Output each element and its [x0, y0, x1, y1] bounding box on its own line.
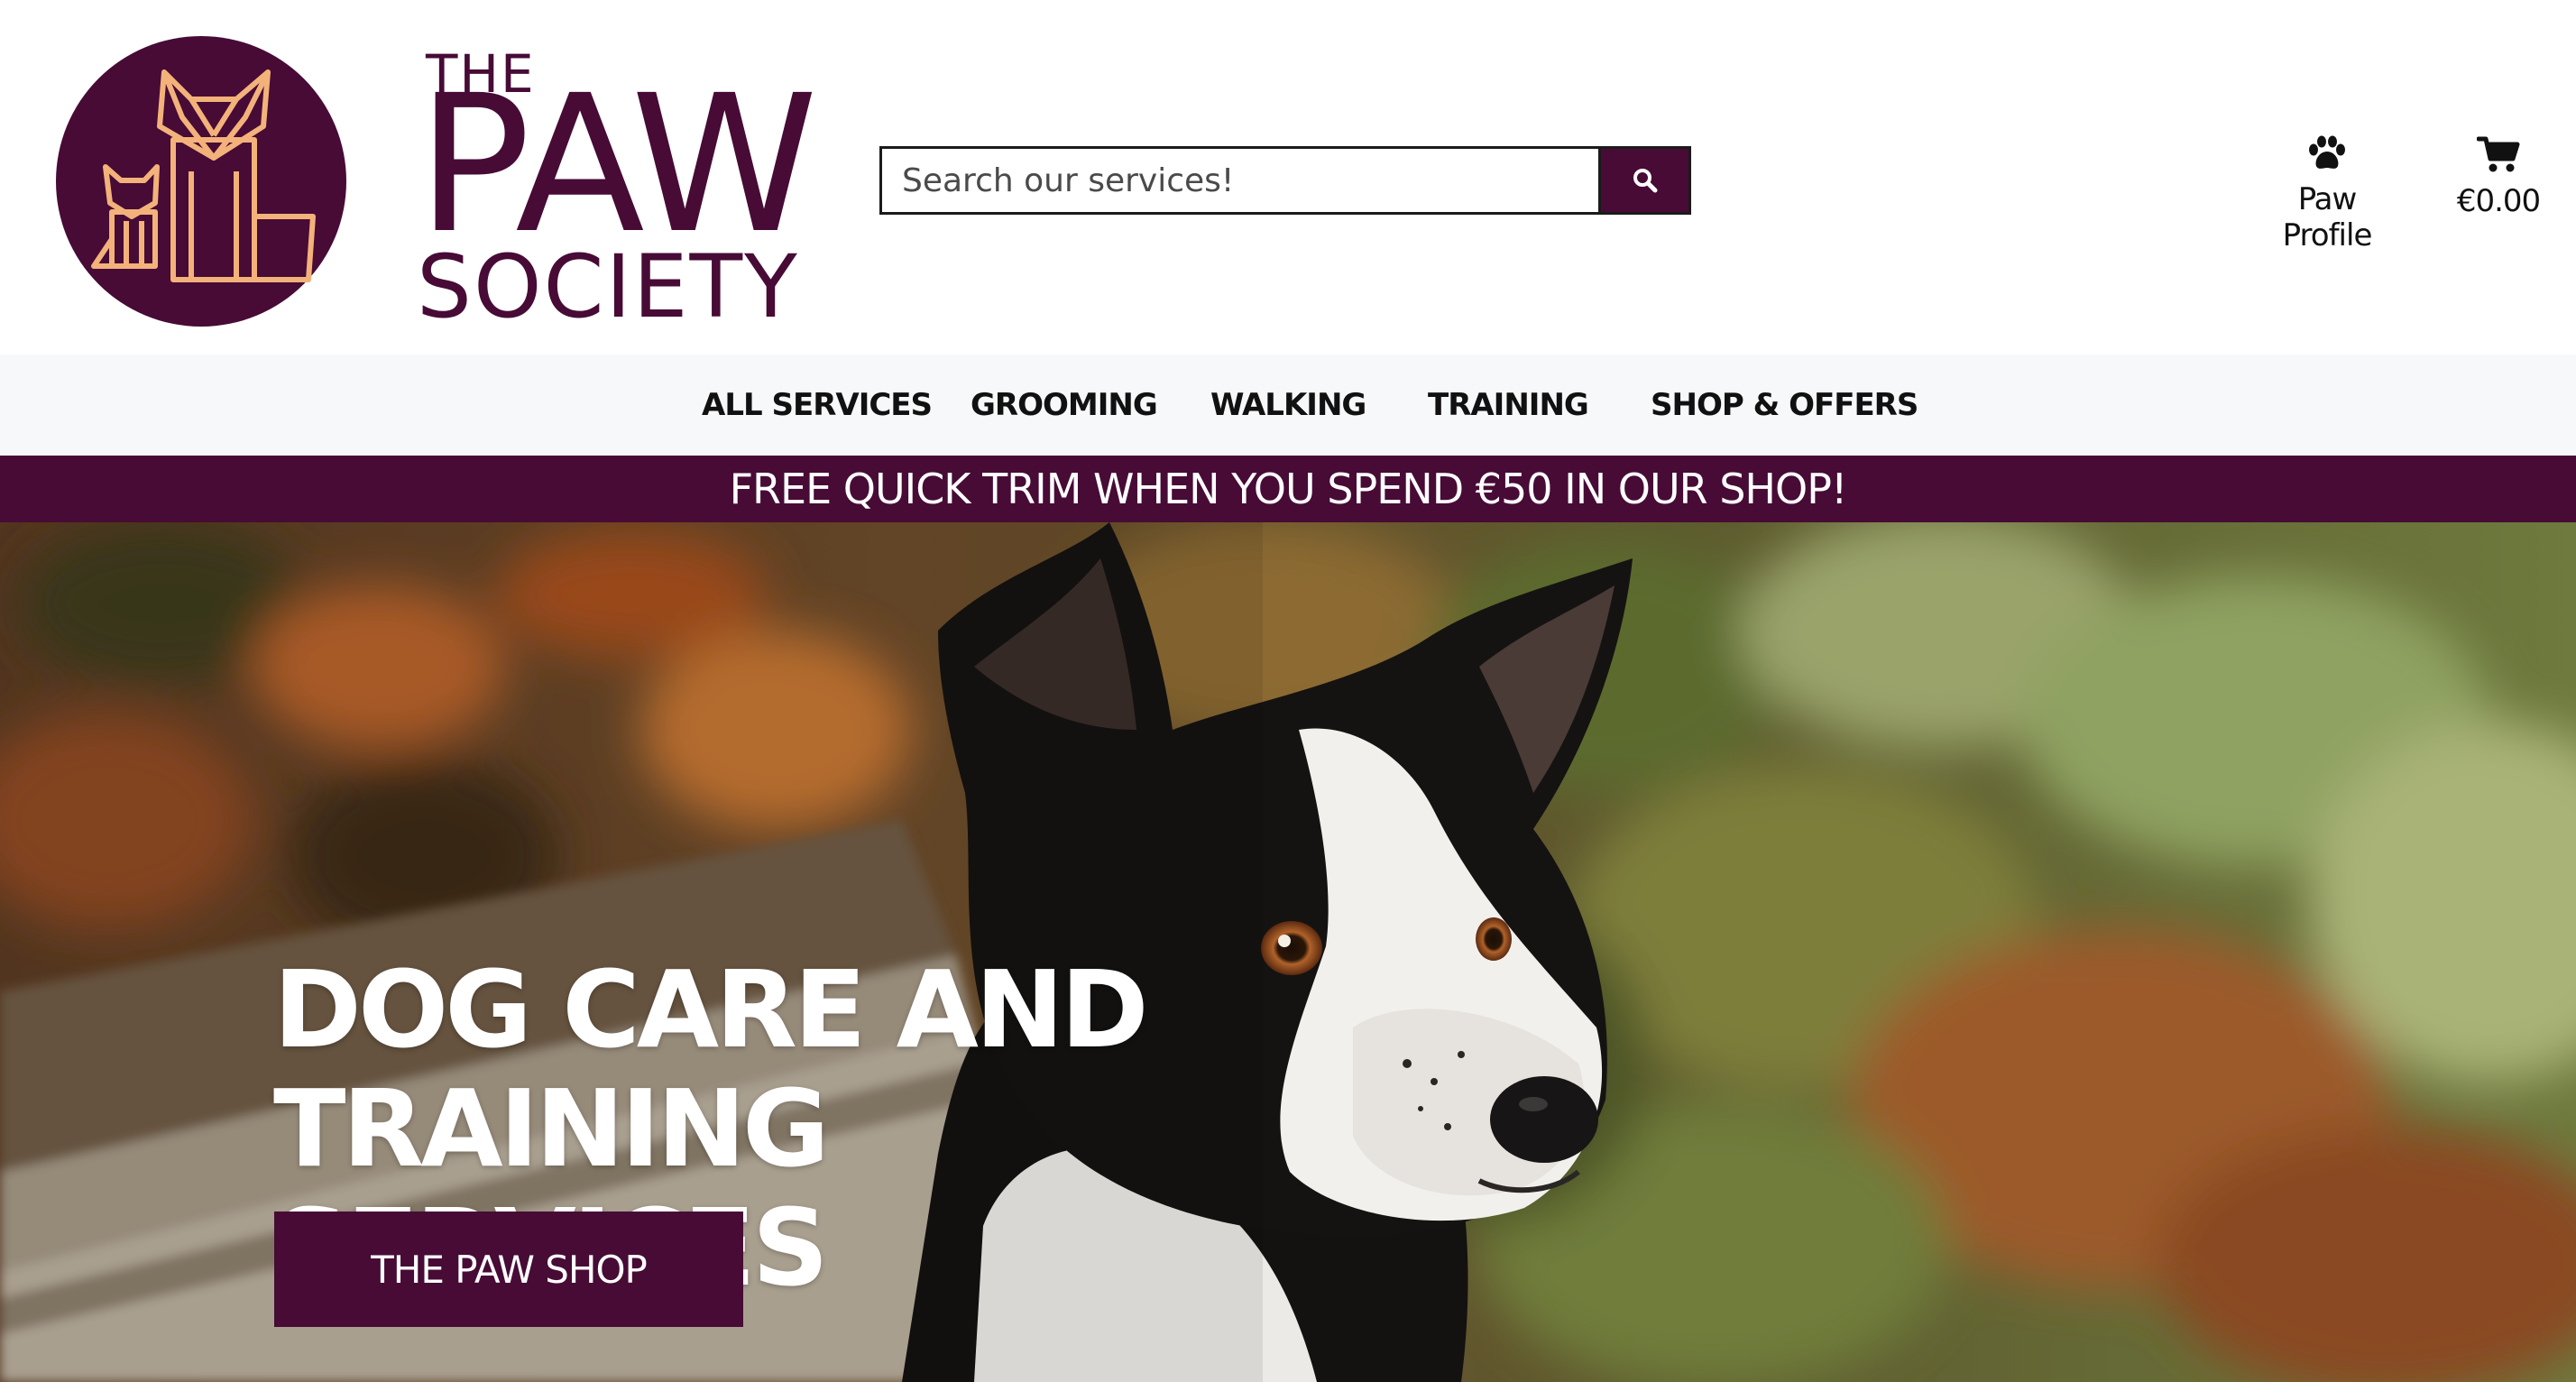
nav-item-all-services[interactable]: ALL SERVICES	[702, 355, 933, 456]
logo-society-text: SOCIETY	[417, 236, 799, 337]
promo-banner: FREE QUICK TRIM WHEN YOU SPEND €50 IN OU…	[0, 456, 2576, 522]
shopping-cart-icon	[2476, 136, 2520, 172]
search-icon	[1633, 169, 1657, 193]
search-button[interactable]	[1601, 146, 1691, 215]
nav-item-shop-offers[interactable]: SHOP & OFFERS	[1651, 355, 1918, 456]
nav-item-training[interactable]: TRAINING	[1428, 355, 1589, 456]
search-form	[879, 146, 1691, 215]
search-input[interactable]	[879, 146, 1601, 215]
paw-profile-label: Paw Profile	[2282, 181, 2373, 253]
logo-paw-text: PAW	[417, 54, 818, 275]
paw-icon	[2309, 135, 2345, 169]
main-nav: ALL SERVICES GROOMING WALKING TRAINING S…	[0, 355, 2576, 456]
nav-item-walking[interactable]: WALKING	[1210, 355, 1366, 456]
hero-section: DOG CARE AND TRAINING SERVICES THE PAW S…	[0, 522, 2576, 1382]
site-logo[interactable]: THE PAW SOCIETY	[56, 32, 818, 332]
paw-profile-link[interactable]: Paw Profile	[2255, 135, 2399, 253]
site-header: THE PAW SOCIETY Paw Profile	[0, 0, 2576, 355]
nav-item-grooming[interactable]: GROOMING	[971, 355, 1158, 456]
paw-shop-button[interactable]: THE PAW SHOP	[274, 1212, 743, 1327]
promo-banner-text: FREE QUICK TRIM WHEN YOU SPEND €50 IN OU…	[729, 465, 1848, 513]
cart-link[interactable]: €0.00	[2435, 135, 2562, 226]
cart-total: €0.00	[2456, 183, 2541, 219]
logo-wordmark: THE PAW SOCIETY	[363, 32, 818, 332]
cat-dog-logo-icon	[56, 36, 346, 327]
